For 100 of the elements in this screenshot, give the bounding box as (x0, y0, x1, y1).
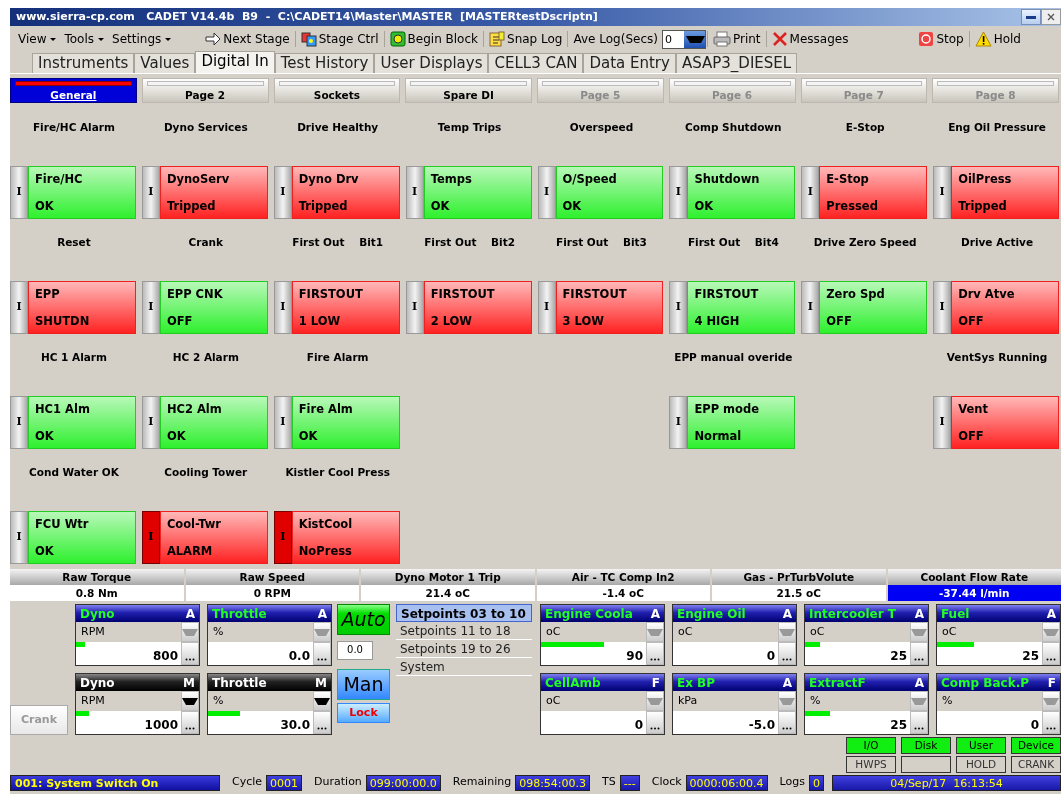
more-button[interactable] (181, 642, 199, 665)
latch-indicator[interactable]: I (801, 281, 820, 334)
more-button[interactable] (778, 711, 796, 734)
status-tile[interactable]: FIRSTOUT 1 LOW (291, 281, 400, 334)
value-field[interactable]: -5.0 (673, 711, 778, 734)
latch-indicator[interactable]: I (141, 396, 160, 449)
tab[interactable]: Values (134, 53, 196, 73)
more-button[interactable] (778, 642, 796, 665)
latch-indicator[interactable]: I (273, 281, 292, 334)
status-tile[interactable]: KistCool NoPress (291, 511, 400, 564)
toolbar-button[interactable]: Hold (970, 30, 1025, 48)
more-button[interactable] (313, 642, 331, 665)
latch-indicator[interactable]: I (933, 281, 952, 334)
tab[interactable]: Data Entry (583, 53, 676, 73)
more-button[interactable] (181, 711, 199, 734)
value-field[interactable]: 90 (541, 642, 646, 665)
latch-indicator[interactable]: I (273, 511, 292, 564)
setpoint-page-item[interactable]: Setpoints 03 to 10 (396, 604, 532, 622)
latch-indicator[interactable]: I (405, 281, 424, 334)
status-tile[interactable]: HC2 Alm OK (159, 396, 268, 449)
menu-item[interactable]: Tools (60, 30, 109, 48)
interval-combo[interactable]: 0 (661, 29, 706, 49)
more-button[interactable] (1042, 642, 1060, 665)
status-tile[interactable]: OilPress Tripped (951, 166, 1059, 219)
value-field[interactable]: 25 (805, 642, 910, 665)
status-tile[interactable]: O/Speed OK (555, 166, 664, 219)
tab[interactable]: Digital In (195, 51, 275, 73)
tab[interactable]: User Displays (374, 53, 489, 73)
status-tile[interactable]: Drv Atve OFF (951, 281, 1059, 334)
more-button[interactable] (910, 711, 928, 734)
latch-indicator[interactable]: I (537, 281, 556, 334)
status-tile[interactable]: Zero Spd OFF (819, 281, 928, 334)
menu-item[interactable]: View (14, 30, 61, 48)
tab[interactable]: CELL3 CAN (488, 53, 584, 73)
latch-indicator[interactable]: I (10, 396, 28, 449)
status-tile[interactable]: Vent OFF (951, 396, 1059, 449)
latch-indicator[interactable]: I (933, 396, 952, 449)
status-tile[interactable]: Shutdown OK (687, 166, 796, 219)
manual-button[interactable]: Man (337, 669, 390, 700)
page-button[interactable]: General (10, 78, 137, 103)
menu-item[interactable]: Settings (108, 30, 176, 48)
latch-indicator[interactable]: I (801, 166, 820, 219)
value-field[interactable]: 0 (937, 711, 1042, 734)
minimize-button[interactable] (1021, 9, 1041, 25)
status-tile[interactable]: EPP CNK OFF (159, 281, 268, 334)
more-button[interactable] (646, 642, 664, 665)
latch-indicator[interactable]: I (669, 166, 688, 219)
tab[interactable]: ASAP3_DIESEL (675, 53, 798, 73)
more-button[interactable] (313, 711, 331, 734)
value-field[interactable]: 0 (541, 711, 646, 734)
latch-indicator[interactable]: I (933, 166, 952, 219)
status-tile[interactable]: EPP mode Normal (687, 396, 796, 449)
latch-indicator[interactable]: I (141, 281, 160, 334)
status-tile[interactable]: FIRSTOUT 4 HIGH (687, 281, 796, 334)
ramp-field[interactable]: 0.0 (337, 641, 373, 660)
toolbar-button[interactable]: Messages (767, 30, 853, 48)
setpoint-page-item[interactable]: System (396, 658, 532, 676)
page-button[interactable]: Page 2 (141, 78, 269, 103)
value-field[interactable]: 0.0 (208, 642, 313, 665)
status-tile[interactable]: FIRSTOUT 2 LOW (423, 281, 532, 334)
status-tile[interactable]: Cool-Twr ALARM (159, 511, 268, 564)
toolbar-button[interactable]: Next Stage (201, 30, 294, 48)
value-field[interactable]: 25 (937, 642, 1042, 665)
toolbar-button[interactable]: Begin Block (385, 30, 482, 48)
status-tile[interactable]: DynoServ Tripped (159, 166, 268, 219)
status-tile[interactable]: FIRSTOUT 3 LOW (555, 281, 664, 334)
latch-indicator[interactable]: I (10, 511, 28, 564)
latch-indicator[interactable]: I (273, 396, 292, 449)
more-button[interactable] (646, 711, 664, 734)
status-tile[interactable]: Temps OK (423, 166, 532, 219)
value-field[interactable]: 0 (673, 642, 778, 665)
more-button[interactable] (910, 642, 928, 665)
tab[interactable]: Instruments (32, 53, 135, 73)
latch-indicator[interactable]: I (669, 396, 688, 449)
auto-button[interactable]: Auto (337, 604, 390, 635)
toolbar-button[interactable]: Print (708, 30, 765, 48)
toolbar-button[interactable]: Stage Ctrl (296, 30, 383, 48)
latch-indicator[interactable]: I (405, 166, 424, 219)
value-field[interactable]: 30.0 (208, 711, 313, 734)
status-tile[interactable]: Fire/HC OK (28, 166, 136, 219)
page-button[interactable]: Spare DI (405, 78, 532, 103)
toolbar-button[interactable]: Stop (914, 30, 968, 48)
value-field[interactable]: 800 (76, 642, 181, 665)
status-tile[interactable]: FCU Wtr OK (28, 511, 136, 564)
unit-dropdown[interactable] (313, 691, 331, 711)
latch-indicator[interactable]: I (141, 511, 160, 564)
latch-indicator[interactable]: I (10, 166, 28, 219)
tab[interactable]: Test History (274, 53, 375, 73)
status-tile[interactable]: HC1 Alm OK (28, 396, 136, 449)
latch-indicator[interactable]: I (10, 281, 28, 334)
setpoint-page-item[interactable]: Setpoints 11 to 18 (396, 622, 532, 640)
unit-dropdown[interactable] (181, 691, 199, 711)
latch-indicator[interactable]: I (141, 166, 160, 219)
latch-indicator[interactable]: I (669, 281, 688, 334)
status-tile[interactable]: Fire Alm OK (291, 396, 400, 449)
toolbar-button[interactable]: Snap Log (485, 30, 567, 48)
latch-indicator[interactable]: I (537, 166, 556, 219)
status-tile[interactable]: Dyno Drv Tripped (291, 166, 400, 219)
value-field[interactable]: 1000 (76, 711, 181, 734)
latch-indicator[interactable]: I (273, 166, 292, 219)
